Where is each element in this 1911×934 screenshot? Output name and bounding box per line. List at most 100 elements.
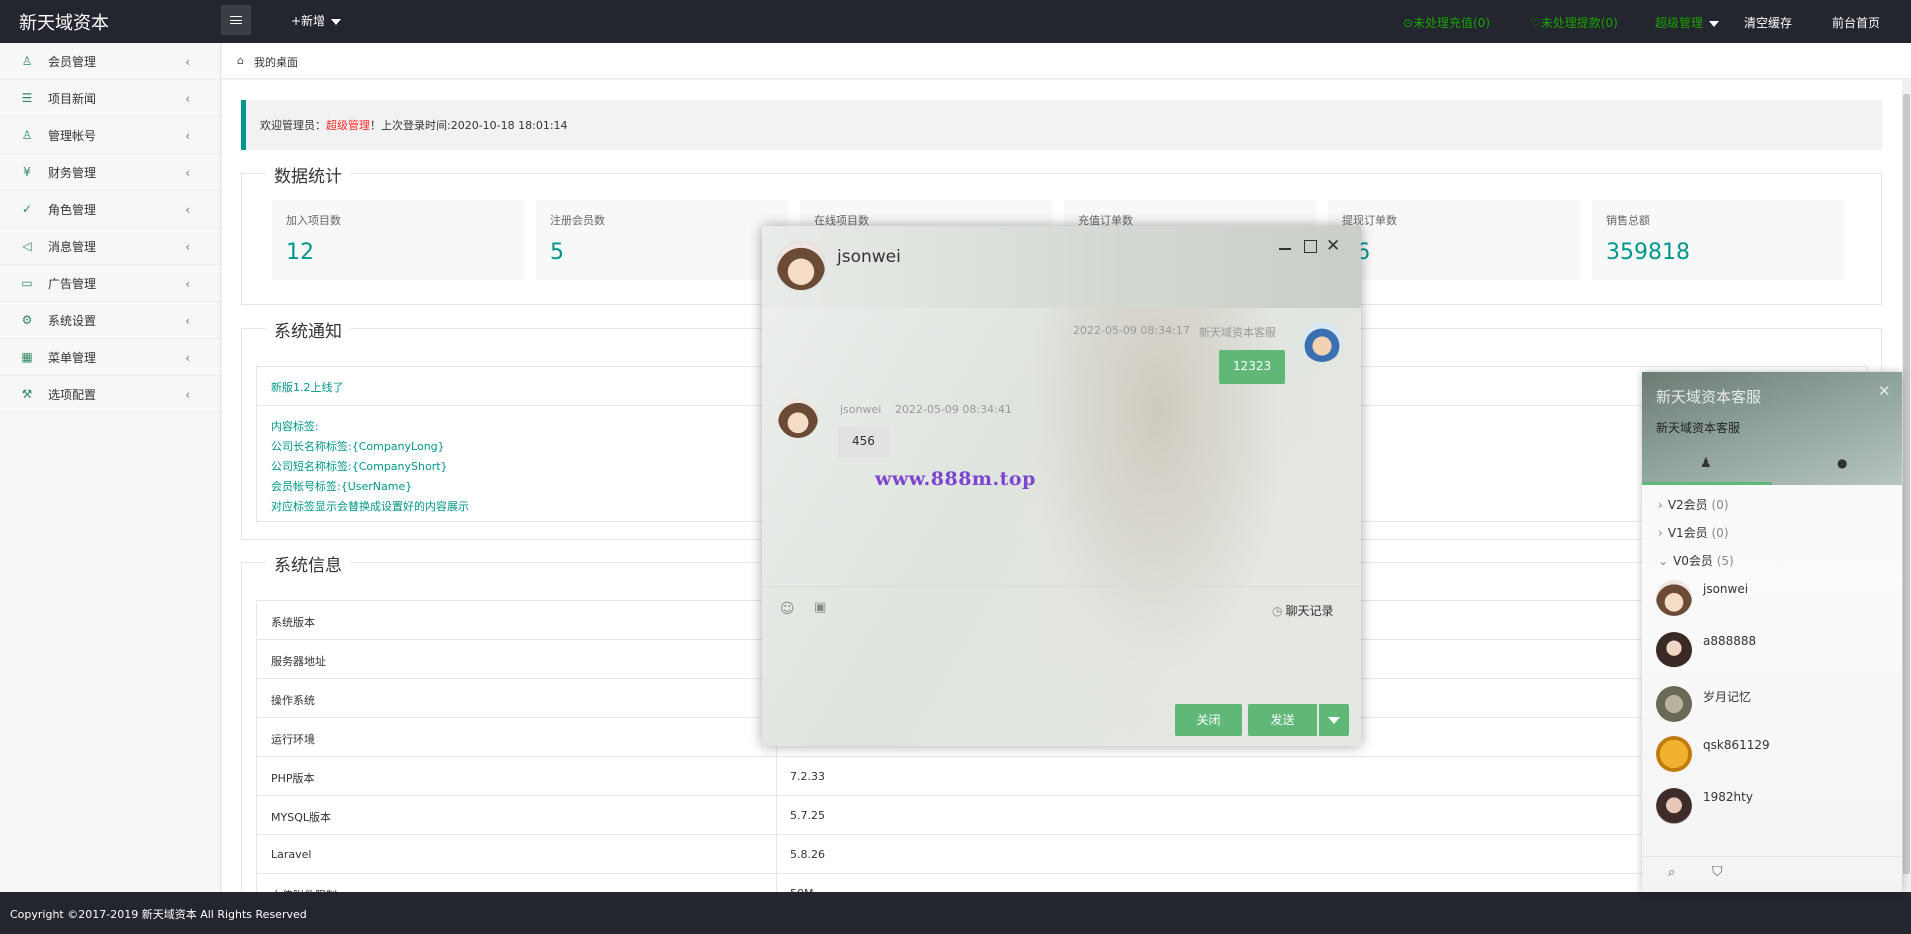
chevron-left-icon: ‹ [185, 277, 190, 291]
table-key: 系统版本 [271, 616, 315, 629]
caret-down-icon [331, 18, 342, 25]
sidebar-item-messages[interactable]: ◁ 消息管理 ‹ [0, 228, 220, 265]
caret-down-icon [1709, 20, 1720, 27]
avatar [1656, 632, 1692, 668]
sidebar-item-news[interactable]: ☰ 项目新闻 ‹ [0, 80, 220, 117]
chats-tab-icon[interactable]: ● [1837, 456, 1847, 470]
close-button[interactable]: 关闭 [1175, 704, 1242, 736]
message-time: 2022-05-09 08:34:41 [895, 403, 1012, 416]
breadcrumb: ⌂ 我的桌面 [222, 43, 1911, 79]
home-icon[interactable]: ⌂ [237, 54, 244, 67]
stat-value: 12 [286, 240, 314, 265]
chevron-left-icon: ‹ [185, 351, 190, 365]
sidebar-item-ads[interactable]: ▭ 广告管理 ‹ [0, 265, 220, 302]
stats-title: 数据统计 [266, 162, 350, 187]
im-friend-panel[interactable]: 新天域资本客服 新天域资本客服 ✕ ♟ ● › V2会员 (0) › V1会员 (0… [1642, 372, 1902, 892]
message-time: 2022-05-09 08:34:17 [1073, 324, 1190, 337]
avatar [1656, 686, 1692, 722]
list-item[interactable]: 岁月记忆 [1656, 686, 1886, 726]
image-icon: ▭ [21, 276, 33, 290]
page-scrollbar[interactable] [1902, 80, 1911, 892]
sidebar-item-settings[interactable]: ⚙ 系统设置 ‹ [0, 302, 220, 339]
menu-toggle-button[interactable] [221, 5, 251, 35]
notice-line: 内容标签: [271, 420, 319, 433]
sidebar-item-menus[interactable]: ▦ 菜单管理 ‹ [0, 339, 220, 376]
friend-name: 岁月记忆 [1703, 690, 1752, 704]
sidebar-item-label: 会员管理 [48, 54, 97, 69]
breadcrumb-label[interactable]: 我的桌面 [254, 54, 298, 70]
notice-line: 对应标签显示会替换成设置好的内容展示 [271, 500, 469, 513]
friend-group[interactable]: › V2会员 (0) [1658, 496, 1729, 513]
minimize-icon[interactable] [1279, 248, 1291, 250]
panel-title: 新天域资本客服 [1656, 388, 1762, 406]
chevron-left-icon: ‹ [185, 203, 190, 217]
skin-shirt-icon[interactable]: ⛉ [1712, 864, 1723, 880]
close-icon[interactable]: ✕ [1878, 382, 1891, 400]
sidebar-item-roles[interactable]: ✓ 角色管理 ‹ [0, 191, 220, 228]
stat-card: 注册会员数 5 [536, 200, 788, 280]
notice-headline[interactable]: 新版1.2上线了 [271, 379, 344, 395]
pending-withdraw-link[interactable]: ♡未处理提款(0) [1530, 14, 1618, 31]
image-upload-icon[interactable]: ▣ [814, 600, 826, 615]
table-key: MYSQL版本 [271, 811, 331, 824]
maximize-icon[interactable] [1304, 240, 1317, 253]
clear-cache-link[interactable]: 清空缓存 [1744, 14, 1792, 31]
chevron-left-icon: ‹ [185, 166, 190, 180]
send-options-button[interactable] [1319, 704, 1349, 736]
avatar [778, 398, 818, 438]
sidebar-item-label: 项目新闻 [48, 91, 97, 106]
welcome-role: 超级管理 [326, 119, 370, 132]
list-item[interactable]: qsk861129 [1656, 736, 1886, 776]
sidebar-item-label: 角色管理 [48, 202, 97, 217]
message-sender: jsonwei [840, 403, 882, 416]
sidebar-item-label: 菜单管理 [48, 350, 97, 365]
table-key: Laravel [271, 848, 312, 861]
list-item[interactable]: 1982hty [1656, 788, 1886, 828]
sidebar-item-options[interactable]: ⚒ 选项配置 ‹ [0, 376, 220, 413]
panel-subtitle: 新天域资本客服 [1656, 421, 1741, 435]
chat-window[interactable]: jsonwei ✕ 2022-05-09 08:34:17 新天域资本客服 12… [762, 226, 1361, 746]
top-header: 新天域资本 +新增 ⊙未处理充值(0) ♡未处理提款(0) 超级管理 清空缓存 … [0, 0, 1911, 43]
sidebar-item-label: 消息管理 [48, 239, 97, 254]
list-item[interactable]: a888888 [1656, 632, 1886, 672]
group-name: V2会员 [1667, 498, 1708, 512]
gear-icon: ⚙ [21, 313, 33, 327]
admin-menu-label: 超级管理 [1655, 16, 1704, 30]
search-icon[interactable]: ⌕ [1668, 865, 1675, 880]
copyright-text: Copyright ©2017-2019 新天域资本 All Rights Re… [10, 908, 307, 921]
chevron-down-icon: ⌄ [1658, 554, 1669, 568]
sidebar-item-finance[interactable]: ¥ 财务管理 ‹ [0, 154, 220, 191]
table-value: 5.7.25 [790, 809, 825, 822]
sidebar-item-admins[interactable]: ♙ 管理帐号 ‹ [0, 117, 220, 154]
chevron-left-icon: ‹ [185, 92, 190, 106]
add-new-menu[interactable]: +新增 [291, 12, 342, 29]
chat-header[interactable]: jsonwei ✕ [762, 226, 1361, 308]
speaker-icon: ◁ [22, 239, 32, 253]
app-logo[interactable]: 新天域资本 [19, 9, 109, 35]
table-row: MYSQL版本 5.7.25 [256, 796, 1868, 835]
front-home-link[interactable]: 前台首页 [1832, 14, 1880, 31]
sidebar-item-members[interactable]: ♙ 会员管理 ‹ [0, 43, 220, 80]
friend-name: qsk861129 [1703, 738, 1770, 752]
send-button[interactable]: 发送 [1248, 704, 1317, 736]
friend-group[interactable]: ⌄ V0会员 (5) [1658, 552, 1734, 569]
chevron-left-icon: ‹ [185, 240, 190, 254]
chat-history-link[interactable]: ◷ 聊天记录 [1272, 602, 1334, 619]
emoji-icon[interactable]: ☺ [780, 601, 795, 617]
notice-title: 系统通知 [266, 317, 350, 342]
friend-group[interactable]: › V1会员 (0) [1658, 524, 1729, 541]
friend-name: a888888 [1703, 634, 1757, 648]
sysinfo-title: 系统信息 [266, 551, 350, 576]
stat-card: 加入项目数 12 [272, 200, 524, 280]
pending-recharge-link[interactable]: ⊙未处理充值(0) [1403, 14, 1490, 31]
chevron-left-icon: ‹ [185, 129, 190, 143]
panel-footer: ⌕ ⛉ [1642, 856, 1902, 892]
list-item[interactable]: jsonwei [1656, 580, 1886, 620]
footer: Copyright ©2017-2019 新天域资本 All Rights Re… [0, 892, 1911, 934]
group-count: (0) [1711, 498, 1729, 512]
close-icon[interactable]: ✕ [1326, 236, 1340, 256]
admin-menu[interactable]: 超级管理 [1655, 14, 1720, 31]
user-icon: ♙ [21, 54, 33, 68]
contacts-tab-icon[interactable]: ♟ [1700, 456, 1712, 471]
scrollbar-thumb[interactable] [1903, 94, 1910, 874]
